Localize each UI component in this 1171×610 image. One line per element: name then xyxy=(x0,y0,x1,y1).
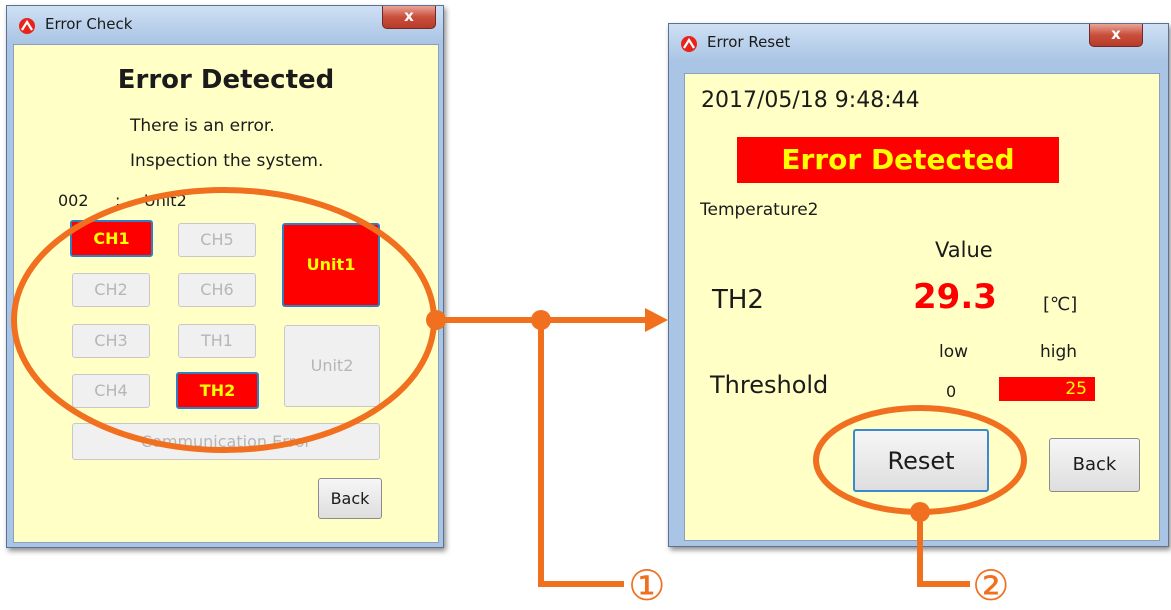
callout-line-2 xyxy=(917,512,970,587)
callout-line-1 xyxy=(538,320,624,587)
step2-label: ② xyxy=(972,561,1010,610)
step1-label: ① xyxy=(628,561,666,610)
highlight-ellipse-reset xyxy=(813,405,1027,515)
annotation-overlay: ① ② xyxy=(11,187,1027,610)
arrow-head-icon xyxy=(645,308,668,332)
highlight-ellipse-channels xyxy=(11,187,437,453)
